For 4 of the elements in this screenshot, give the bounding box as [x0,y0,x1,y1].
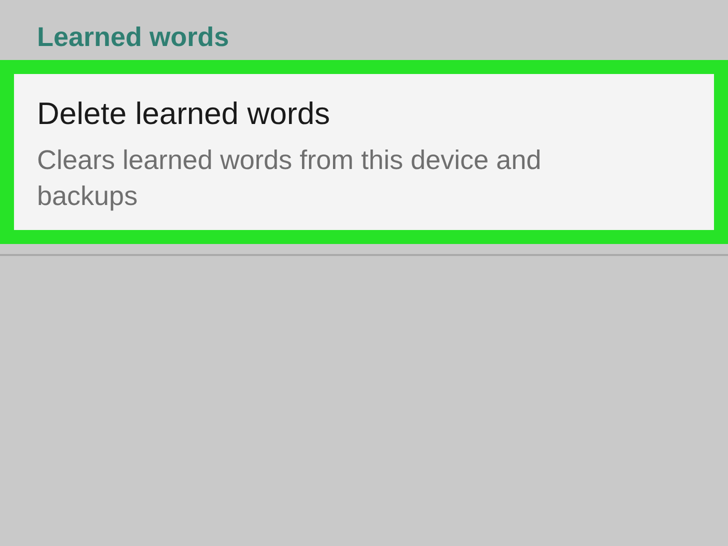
item-summary: Clears learned words from this device and backups [37,144,542,213]
settings-item[interactable]: Delete learned words Clears learned words from this device and backups [0,60,728,244]
section-header: Learned words [36,21,230,54]
item-title: Delete learned words [37,95,331,133]
